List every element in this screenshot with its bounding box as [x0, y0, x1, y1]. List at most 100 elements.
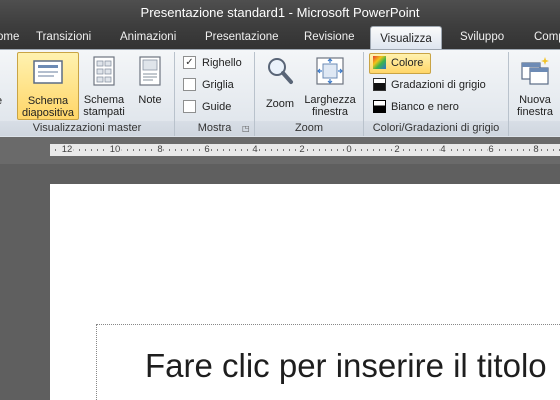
title-placeholder[interactable]: Fare clic per inserire il titolo: [96, 324, 560, 400]
tab-transitions[interactable]: Transizioni: [36, 25, 91, 49]
ruler-tick: [91, 149, 92, 151]
ruler-tick: [427, 149, 428, 151]
ruler-label: 8: [156, 144, 164, 156]
window-title: Presentazione standard1 - Microsoft Powe…: [0, 0, 560, 25]
ruler-tick: [187, 149, 188, 151]
fit-to-window-label-2: finestra: [311, 106, 349, 118]
ruler-label: 8: [532, 144, 540, 156]
horizontal-ruler: 12 10 8 6 4 2 0 2 4 6 8 10 12: [0, 137, 560, 164]
tab-slide-show[interactable]: Presentazione: [205, 25, 279, 49]
fit-to-window-label-1: Larghezza: [304, 94, 356, 106]
ruler-tick: [433, 149, 434, 151]
tab-add-ins[interactable]: Comp: [534, 25, 560, 49]
handout-master-button[interactable]: Schema stampati: [80, 52, 128, 118]
ruler-check-icon: ✓: [183, 55, 196, 69]
tab-animations[interactable]: Animazioni: [120, 25, 176, 49]
ruler-tick: [469, 149, 470, 151]
ruler-label: 6: [487, 144, 495, 156]
zoom-label: Zoom: [265, 98, 295, 110]
ruler-tick: [139, 149, 140, 151]
ruler-tick: [277, 149, 278, 151]
ruler-tick: [505, 149, 506, 151]
handout-master-icon: [80, 55, 128, 90]
tab-home[interactable]: ome: [0, 25, 19, 49]
new-window-button[interactable]: Nuova finestra: [512, 52, 558, 118]
ruler-label: 2: [298, 144, 306, 156]
ruler-tick: [307, 149, 308, 151]
ruler-tick: [103, 149, 104, 151]
slide-master-icon: [18, 56, 78, 91]
gridlines-checkbox[interactable]: Griglia: [183, 77, 234, 93]
ruler-tick: [547, 149, 548, 151]
ruler-tick: [55, 149, 56, 151]
show-dialog-launcher-icon[interactable]: ◳: [242, 124, 250, 133]
color-label: Colore: [391, 57, 424, 69]
ruler-tick: [271, 149, 272, 151]
ruler-tick: [325, 149, 326, 151]
ruler-tick: [313, 149, 314, 151]
title-placeholder-text: Fare clic per inserire il titolo: [145, 347, 547, 384]
ruler-tick: [541, 149, 542, 151]
zoom-button[interactable]: Zoom: [262, 52, 298, 118]
ruler-tick: [475, 149, 476, 151]
ruler-tick: [511, 149, 512, 151]
ruler-tick: [379, 149, 380, 151]
notes-master-icon: [132, 55, 168, 90]
group-label-color: Colori/Gradazioni di grigio: [364, 121, 508, 136]
ruler-tick: [361, 149, 362, 151]
fit-to-window-button[interactable]: Larghezza finestra: [302, 52, 358, 118]
ruler-label: 6: [203, 144, 211, 156]
tab-view[interactable]: Visualizza: [370, 26, 442, 50]
ruler-tick: [235, 149, 236, 151]
ruler-tick: [415, 149, 416, 151]
ruler-tick: [283, 149, 284, 151]
ruler-label: 2: [393, 144, 401, 156]
handout-master-label-2: stampati: [83, 106, 125, 118]
slide-master-button[interactable]: Schema diapositiva: [17, 52, 79, 120]
ruler-tick: [79, 149, 80, 151]
ruler-tick: [529, 149, 530, 151]
ruler-tick: [97, 149, 98, 151]
ruler-tick: [145, 149, 146, 151]
ruler-tick: [367, 149, 368, 151]
guides-checkbox[interactable]: Guide: [183, 99, 231, 115]
ruler-tick: [403, 149, 404, 151]
ruler-tick: [421, 149, 422, 151]
ruler-tick: [85, 149, 86, 151]
ruler-tick: [259, 149, 260, 151]
ruler-tick: [355, 149, 356, 151]
black-white-button[interactable]: Bianco e nero: [370, 98, 459, 117]
notes-master-button[interactable]: Note: [132, 52, 168, 118]
ruler-tick: [499, 149, 500, 151]
ruler-tick: [385, 149, 386, 151]
ruler-tick: [319, 149, 320, 151]
ruler-tick: [331, 149, 332, 151]
slide-master-label-2: diapositiva: [22, 107, 74, 119]
tab-developer[interactable]: Sviluppo: [460, 25, 504, 49]
ruler-tick: [223, 149, 224, 151]
ruler-tick: [391, 149, 392, 151]
ruler-tick: [523, 149, 524, 151]
ruler-label: 0: [345, 144, 353, 156]
ribbon: e Schema diapositiva Schema: [0, 49, 560, 138]
new-window-icon: [512, 55, 558, 90]
new-window-label-2: finestra: [516, 106, 554, 118]
new-window-label-1: Nuova: [519, 94, 551, 106]
notes-master-label: Note: [138, 94, 162, 106]
slide-master-label-1: Schema: [27, 95, 69, 107]
ruler-tick: [247, 149, 248, 151]
gridlines-label: Griglia: [202, 79, 234, 91]
ruler-checkbox[interactable]: ✓ Righello: [183, 55, 242, 71]
tab-review[interactable]: Revisione: [304, 25, 355, 49]
ruler-tick: [133, 149, 134, 151]
grayscale-swatch-icon: [373, 77, 386, 91]
ruler-label: 4: [251, 144, 259, 156]
slide-canvas[interactable]: Fare clic per inserire il titolo: [50, 184, 560, 400]
ruler-tick: [343, 149, 344, 151]
color-button[interactable]: Colore: [369, 53, 431, 74]
guides-check-icon: [183, 99, 196, 113]
ruler-tick: [517, 149, 518, 151]
grayscale-button[interactable]: Gradazioni di grigio: [370, 76, 486, 95]
ruler-tick: [229, 149, 230, 151]
group-label-zoom: Zoom: [255, 121, 363, 136]
